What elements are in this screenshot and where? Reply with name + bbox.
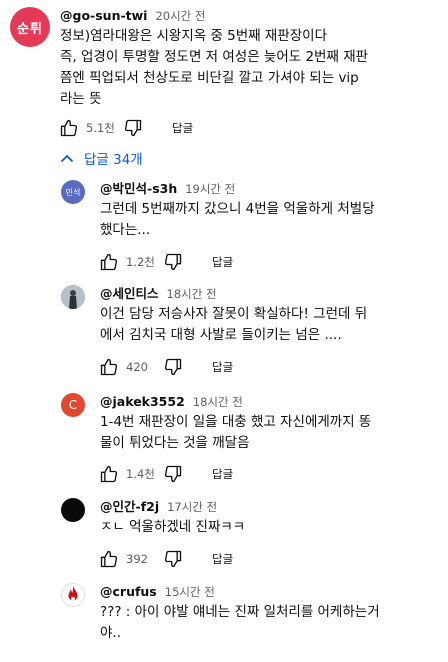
avatar[interactable]: 민석 [61,180,85,204]
replies-toggle-button[interactable]: 답글 34개 [60,148,143,168]
comment-text: ??? : 아이 야발 얘네는 진짜 일처리를 어케하는거 야.. [100,602,440,644]
reply-button[interactable]: 답글 [172,120,193,136]
avatar-initials: C [68,398,78,412]
avatar[interactable] [61,498,85,522]
like-icon[interactable] [98,356,120,378]
comment-line: 이건 담당 저승사자 잘못이 확실하다! 그런데 뒤 [100,306,368,322]
like-icon[interactable] [98,463,120,485]
like-count: 1.4천 [126,467,155,481]
dislike-icon[interactable] [162,548,184,570]
like-count: 5.1천 [86,121,115,135]
comment-line: 그런데 5번째까지 갔으니 4번을 억울하게 처벌당 [100,201,375,217]
author-handle[interactable]: @go-sun-twi [60,8,147,23]
comment-meta: @인간-f2j 17시간 전 [100,499,217,515]
author-handle[interactable]: @세인티스 [100,286,159,301]
comment-line: 쯤엔 픽업되서 천상도로 비단길 깔고 가셔야 되는 vip [60,70,359,86]
like-count: 420 [126,360,148,374]
reply-button[interactable]: 답글 [212,254,233,270]
reply-button[interactable]: 답글 [212,359,233,375]
avatar-initials: 순튀 [17,21,43,37]
replies-count-label: 답글 34개 [84,152,143,168]
comment-line: 에서 김치국 대형 사발로 들이키는 넘은 .... [100,327,342,343]
author-handle[interactable]: @crufus [100,584,157,599]
comment-actions: 1.2천 답글 [98,250,233,274]
dislike-icon[interactable] [162,356,184,378]
dislike-icon[interactable] [162,251,184,273]
avatar-figure-icon [61,285,85,309]
comment-text: 이건 담당 저승사자 잘못이 확실하다! 그런데 뒤 에서 김치국 대형 사발로… [100,304,440,346]
chevron-up-icon [60,153,74,163]
author-handle[interactable]: @jakek3552 [100,394,185,409]
comment-line: 했다는... [100,222,151,238]
avatar-flame-icon [68,585,78,601]
comment-actions: 392 답글 [98,547,233,571]
comment-line: 야.. [100,625,122,641]
dislike-icon[interactable] [122,117,144,139]
avatar[interactable] [61,583,85,607]
comment-text: 1-4번 재판장이 일을 대충 했고 자신에게까지 똥 물이 튀었다는 것을 깨… [100,412,440,454]
comment-timestamp[interactable]: 18시간 전 [167,287,217,301]
comment-text: ㅈㄴ 억울하겠네 진짜ㅋㅋ [100,517,440,538]
comment-line: 물이 튀었다는 것을 깨달음 [100,435,250,451]
comment-line: 1-4번 재판장이 일을 대충 했고 자신에게까지 똥 [100,414,372,430]
comment-actions: 5.1천 답글 [58,116,193,140]
like-icon[interactable] [98,251,120,273]
author-handle[interactable]: @박민석-s3h [100,181,177,196]
comment-meta: @세인티스 18시간 전 [100,286,217,302]
author-handle[interactable]: @인간-f2j [100,499,159,514]
like-icon[interactable] [98,548,120,570]
like-icon[interactable] [58,117,80,139]
comment-line: ㅈㄴ 억울하겠네 진짜ㅋㅋ [100,519,246,535]
comment-text: 정보)염라대왕은 시왕지옥 중 5번째 재판장이다 즉, 업경이 투명할 정도면… [60,26,440,110]
avatar[interactable] [61,285,85,309]
dislike-icon[interactable] [162,463,184,485]
comment-meta: @go-sun-twi 20시간 전 [60,8,205,24]
avatar[interactable]: C [61,393,85,417]
comment-timestamp[interactable]: 18시간 전 [193,395,243,409]
comment-actions: 1.4천 답글 [98,462,233,486]
comment-meta: @crufus 15시간 전 [100,584,215,600]
comment-timestamp[interactable]: 17시간 전 [167,500,217,514]
comment-actions: 420 답글 [98,355,233,379]
avatar-initials: 민석 [65,187,81,197]
comment-timestamp[interactable]: 20시간 전 [155,9,205,23]
avatar[interactable]: 순튀 [10,7,50,47]
comment-timestamp[interactable]: 19시간 전 [185,182,235,196]
comment-line: 즉, 업경이 투명할 정도면 저 여성은 늦어도 2번째 재판 [60,49,369,65]
comment-line: 라는 뜻 [60,91,102,107]
reply-button[interactable]: 답글 [212,466,233,482]
comment-text: 그런데 5번째까지 갔으니 4번을 억울하게 처벌당 했다는... [100,199,440,241]
comment-meta: @jakek3552 18시간 전 [100,394,243,410]
like-count: 392 [126,552,148,566]
comment-line: ??? : 아이 야발 얘네는 진짜 일처리를 어케하는거 [100,604,380,620]
comment-timestamp[interactable]: 15시간 전 [165,585,215,599]
comment-meta: @박민석-s3h 19시간 전 [100,181,235,197]
like-count: 1.2천 [126,255,155,269]
comment-line: 정보)염라대왕은 시왕지옥 중 5번째 재판장이다 [60,28,328,44]
reply-button[interactable]: 답글 [212,551,233,567]
